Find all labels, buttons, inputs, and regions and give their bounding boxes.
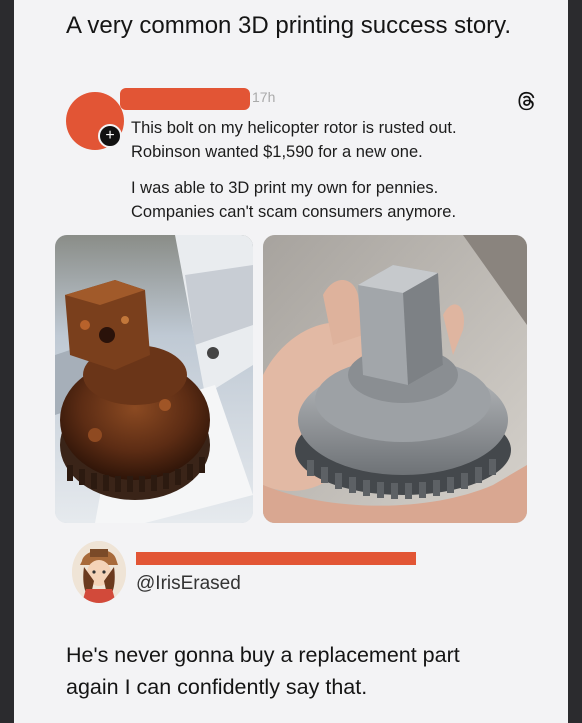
rusted-bolt-photo[interactable]: [55, 235, 253, 523]
post-timestamp: 17h: [252, 89, 276, 105]
tweet-text-line-1: He's never gonna buy a replacement part: [66, 643, 460, 667]
tweet-text-line-2: again I can confidently say that.: [66, 675, 368, 699]
post-text-line-1: This bolt on my helicopter rotor is rust…: [131, 119, 457, 137]
printed-bolt-photo[interactable]: [263, 235, 527, 523]
follow-plus-icon[interactable]: +: [98, 124, 122, 148]
left-border: [0, 0, 14, 723]
post-text-line-4: Companies can't scam consumers anymore.: [131, 203, 457, 221]
redacted-display-name: [136, 552, 416, 565]
right-border: [568, 0, 582, 723]
post-text-line-3: I was able to 3D print my own for pennie…: [131, 179, 439, 197]
threads-icon[interactable]: [516, 90, 538, 112]
post-text-line-2: Robinson wanted $1,590 for a new one.: [131, 143, 423, 161]
user-handle[interactable]: @IrisErased: [136, 573, 241, 595]
headline: A very common 3D printing success story.: [66, 12, 512, 39]
user-avatar[interactable]: [72, 541, 126, 603]
redacted-username: [120, 88, 250, 110]
